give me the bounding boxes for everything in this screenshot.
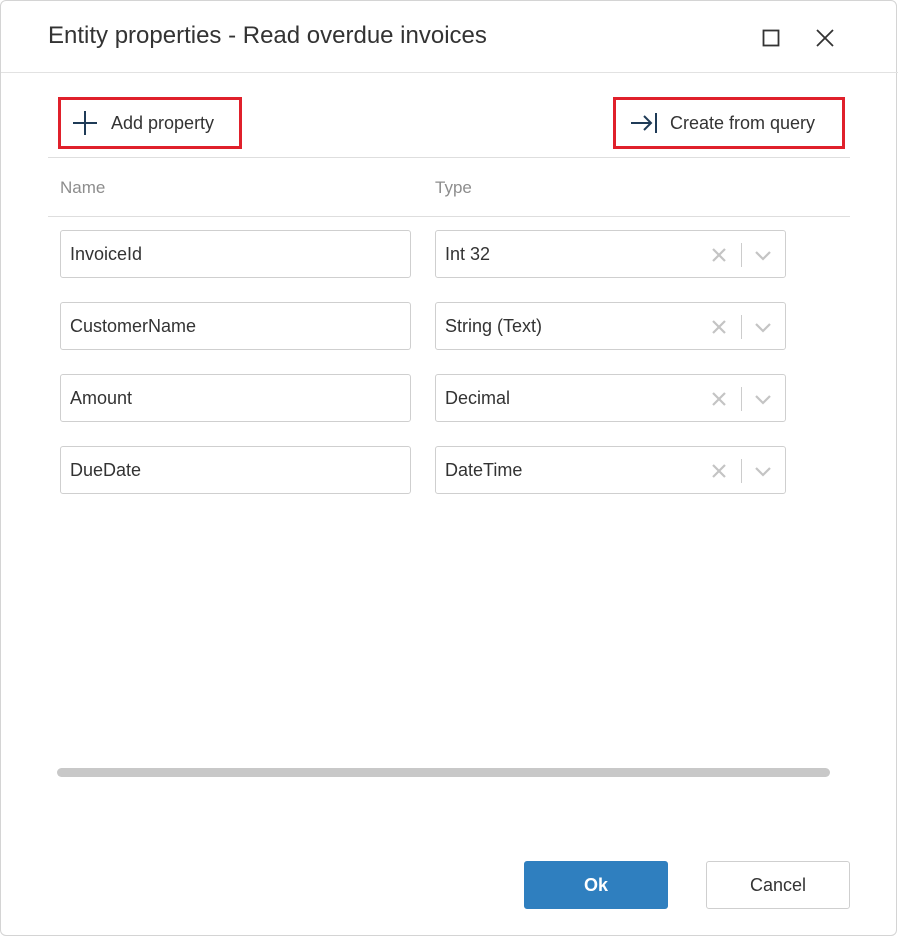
add-property-button[interactable]: Add property (58, 97, 242, 149)
clear-type-button[interactable] (709, 317, 729, 337)
chevron-down-icon (755, 467, 771, 477)
dialog-title: Entity properties - Read overdue invoice… (48, 22, 487, 49)
clear-icon (712, 320, 726, 334)
property-name-input[interactable] (60, 374, 411, 422)
dropdown-toggle[interactable] (752, 461, 774, 481)
column-header-name: Name (60, 178, 106, 197)
dropdown-toggle[interactable] (752, 245, 774, 265)
clear-icon (712, 464, 726, 478)
property-type-value: Decimal (445, 388, 511, 408)
horizontal-scrollbar[interactable] (57, 768, 830, 777)
create-from-query-button[interactable]: Create from query (613, 97, 845, 149)
dropdown-toggle[interactable] (752, 389, 774, 409)
select-divider (741, 387, 742, 411)
property-name-input[interactable] (60, 230, 411, 278)
property-name-input[interactable] (60, 446, 411, 494)
property-type-select[interactable]: String (Text) (435, 302, 786, 350)
maximize-button[interactable] (756, 23, 786, 53)
clear-type-button[interactable] (709, 245, 729, 265)
property-type-value: String (Text) (445, 316, 543, 336)
close-icon (816, 29, 834, 47)
toolbar-divider (48, 157, 850, 158)
ok-button[interactable]: Ok (524, 861, 668, 909)
select-divider (741, 315, 742, 339)
property-type-select[interactable]: Decimal (435, 374, 786, 422)
property-type-select[interactable]: DateTime (435, 446, 786, 494)
chevron-down-icon (755, 251, 771, 261)
arrow-right-to-bar-icon (631, 113, 657, 133)
entity-properties-dialog: Entity properties - Read overdue invoice… (0, 0, 898, 936)
chevron-down-icon (755, 395, 771, 405)
header-divider (48, 216, 850, 217)
property-type-value: DateTime (445, 460, 523, 480)
dialog-titlebar: Entity properties - Read overdue invoice… (1, 1, 898, 73)
plus-icon (73, 111, 97, 135)
create-from-query-label: Create from query (670, 112, 816, 133)
close-button[interactable] (810, 23, 840, 53)
add-property-label: Add property (111, 112, 215, 133)
select-divider (741, 459, 742, 483)
column-header-type: Type (435, 178, 472, 197)
dropdown-toggle[interactable] (752, 317, 774, 337)
cancel-button[interactable]: Cancel (706, 861, 850, 909)
maximize-icon (762, 29, 780, 47)
property-name-input[interactable] (60, 302, 411, 350)
property-type-select[interactable]: Int 32 (435, 230, 786, 278)
chevron-down-icon (755, 323, 771, 333)
clear-icon (712, 248, 726, 262)
clear-type-button[interactable] (709, 389, 729, 409)
clear-icon (712, 392, 726, 406)
clear-type-button[interactable] (709, 461, 729, 481)
select-divider (741, 243, 742, 267)
property-type-value: Int 32 (445, 244, 491, 264)
